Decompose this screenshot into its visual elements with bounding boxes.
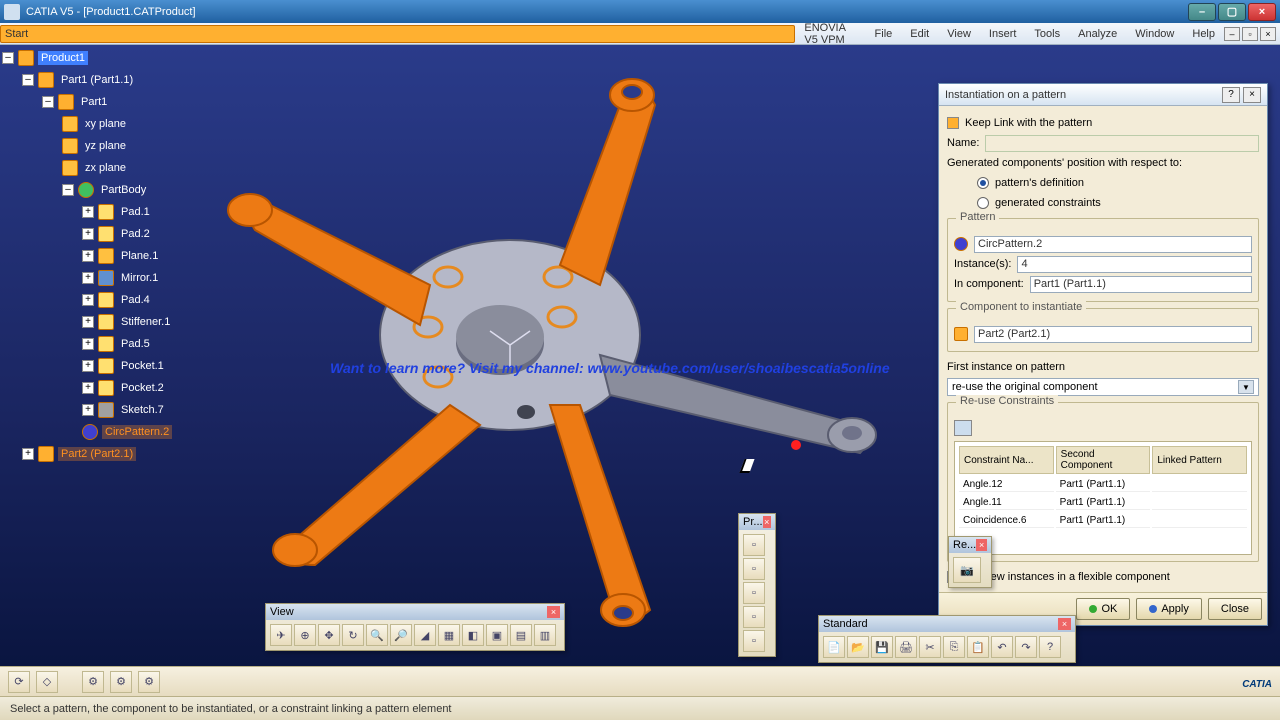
new-icon[interactable]: 📄 [823,636,845,658]
rotate-icon[interactable]: ↻ [342,624,364,646]
close-icon[interactable]: × [1058,618,1071,630]
chevron-down-icon: ▼ [1238,380,1254,394]
bottom-toolbar: ⟳ ◇ ⚙ ⚙ ⚙ [0,666,1280,696]
print-icon[interactable]: 🖨 [895,636,917,658]
status-bar: Select a pattern, the component to be in… [0,696,1280,720]
record-toolbar[interactable]: Re...× 📷 [948,536,992,588]
menu-window[interactable]: Window [1126,23,1183,44]
table-row: Angle.11Part1 (Part1.1) [957,494,1249,512]
close-icon[interactable]: × [763,516,771,528]
keeplink-checkbox[interactable] [947,117,959,129]
radio-pattern-def[interactable] [977,177,989,189]
reuse-icon[interactable] [954,420,972,436]
pattern-icon [954,237,968,251]
menu-tools[interactable]: Tools [1025,23,1069,44]
menu-file[interactable]: File [866,23,902,44]
pan-icon[interactable]: ✥ [318,624,340,646]
box-icon[interactable]: ◇ [36,671,58,693]
open-icon[interactable]: 📂 [847,636,869,658]
ok-button[interactable]: OK [1076,598,1130,620]
doc-restore-button[interactable]: ▫ [1242,27,1258,41]
doc-close-button[interactable]: × [1260,27,1276,41]
first-instance-label: First instance on pattern [947,361,1065,373]
undo-icon[interactable]: ↶ [991,636,1013,658]
gen-label: Generated components' position with resp… [947,157,1182,169]
instances-input[interactable] [1017,256,1252,273]
zoomout-icon[interactable]: 🔎 [390,624,412,646]
zoomin-icon[interactable]: 🔍 [366,624,388,646]
dialog-help-button[interactable]: ? [1222,87,1240,103]
close-icon[interactable]: × [547,606,560,618]
swap-icon[interactable]: ▥ [534,624,556,646]
close-icon[interactable]: × [976,539,987,551]
cursor-icon [742,459,754,477]
component-icon [954,327,968,341]
view-toolbar[interactable]: View× ✈ ⊕ ✥ ↻ 🔍 🔎 ◢ ▦ ◧ ▣ ▤ ▥ [265,603,565,651]
pattern-input[interactable] [974,236,1252,253]
menu-enovia[interactable]: ENOVIA V5 VPM [795,23,865,44]
doc-minimize-button[interactable]: – [1224,27,1240,41]
status-text: Select a pattern, the component to be in… [10,703,452,715]
gear1-icon[interactable]: ⚙ [82,671,104,693]
menu-help[interactable]: Help [1183,23,1224,44]
product-icon[interactable]: ▫ [743,558,765,580]
keeplink-label: Keep Link with the pattern [965,117,1092,129]
normal-icon[interactable]: ◢ [414,624,436,646]
copy-icon[interactable]: ⎘ [943,636,965,658]
graph-icon[interactable]: ▫ [743,630,765,652]
radio-gen-constraints[interactable] [977,197,989,209]
product-toolbar[interactable]: Pr...× ▫ ▫ ▫ ▫ ▫ [738,513,776,657]
cut-icon[interactable]: ✂ [919,636,941,658]
part-icon[interactable]: ▫ [743,582,765,604]
constraints-table[interactable]: Constraint Na... Second Component Linked… [954,441,1252,555]
dialog-close-button[interactable]: × [1243,87,1261,103]
pattern-group: Pattern Instance(s): In component: [947,218,1259,302]
shade-icon[interactable]: ▣ [486,624,508,646]
gear3-icon[interactable]: ⚙ [138,671,160,693]
table-row: Angle.12Part1 (Part1.1) [957,476,1249,494]
table-row: Coincidence.6Part1 (Part1.1) [957,512,1249,530]
menu-bar: Start ENOVIA V5 VPM File Edit View Inser… [0,23,1280,45]
catia-logo: CATIA [1242,679,1272,690]
camera-icon[interactable]: 📷 [953,557,981,583]
component-input[interactable] [974,326,1252,343]
isoview-icon[interactable]: ◧ [462,624,484,646]
overlay-text: Want to learn more? Visit my channel: ww… [330,360,890,376]
component-group: Component to instantiate [947,308,1259,352]
name-label: Name: [947,137,979,149]
name-input[interactable] [985,135,1259,152]
dialog-title: Instantiation on a pattern [945,89,1219,101]
apply-button[interactable]: Apply [1136,598,1202,620]
whatsthis-icon[interactable]: ? [1039,636,1061,658]
menu-analyze[interactable]: Analyze [1069,23,1126,44]
redo-icon[interactable]: ↷ [1015,636,1037,658]
close-button[interactable]: × [1248,3,1276,21]
multiview-icon[interactable]: ▦ [438,624,460,646]
window-titlebar: CATIA V5 - [Product1.CATProduct] – ▢ × [0,0,1280,23]
dialog-titlebar[interactable]: Instantiation on a pattern ? × [939,84,1267,106]
paste-icon[interactable]: 📋 [967,636,989,658]
menu-view[interactable]: View [938,23,980,44]
hide-icon[interactable]: ▤ [510,624,532,646]
reuse-group: Re-use Constraints Constraint Na... Seco… [947,402,1259,562]
flyto-icon[interactable]: ✈ [270,624,292,646]
replace-icon[interactable]: ▫ [743,606,765,628]
refresh-icon[interactable]: ⟳ [8,671,30,693]
first-instance-select[interactable]: re-use the original component▼ [947,378,1259,396]
window-title: CATIA V5 - [Product1.CATProduct] [26,6,1188,18]
standard-toolbar[interactable]: Standard× 📄 📂 💾 🖨 ✂ ⎘ 📋 ↶ ↷ ? [818,615,1076,663]
app-icon [4,4,20,20]
component-icon[interactable]: ▫ [743,534,765,556]
menu-insert[interactable]: Insert [980,23,1026,44]
close-button-dlg[interactable]: Close [1208,598,1262,620]
gear2-icon[interactable]: ⚙ [110,671,132,693]
fitall-icon[interactable]: ⊕ [294,624,316,646]
minimize-button[interactable]: – [1188,3,1216,21]
menu-edit[interactable]: Edit [901,23,938,44]
maximize-button[interactable]: ▢ [1218,3,1246,21]
menu-start[interactable]: Start [0,25,795,43]
incomponent-input[interactable] [1030,276,1252,293]
save-icon[interactable]: 💾 [871,636,893,658]
